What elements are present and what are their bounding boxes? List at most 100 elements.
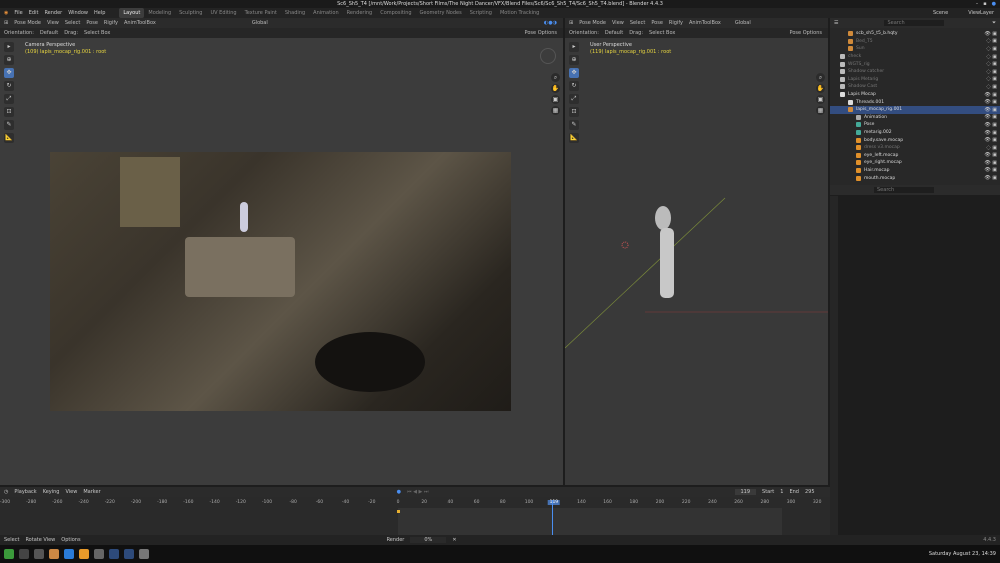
camera-icon[interactable]: ▣ [551, 95, 560, 104]
viewlayer-selector[interactable]: ViewLayer [968, 10, 994, 16]
cursor-tool[interactable]: ▸ [569, 42, 579, 52]
tab-modeling[interactable]: Modeling [144, 8, 175, 18]
visibility-icon[interactable]: ◌ ▣ [986, 61, 997, 67]
visibility-icon[interactable]: ◌ ▣ [986, 145, 997, 151]
transform-orientation[interactable]: Global [735, 20, 751, 26]
rig-figure[interactable] [240, 202, 248, 232]
tab-texture-paint[interactable]: Texture Paint [241, 8, 281, 18]
outliner-item[interactable]: WGTS_rig ◌ ▣ [830, 60, 1000, 68]
visibility-icon[interactable]: ◌ ▣ [986, 76, 997, 82]
annotate-tool[interactable]: ✎ [569, 120, 579, 130]
tab-animation[interactable]: Animation [309, 8, 343, 18]
menu-window[interactable]: Window [68, 10, 88, 16]
cancel-render-icon[interactable]: ✕ [452, 537, 456, 543]
cursor3d-tool[interactable]: ⊕ [569, 55, 579, 65]
taskbar-app-icon[interactable] [109, 549, 119, 559]
minimize-icon[interactable]: – [976, 0, 979, 8]
mode-selector[interactable]: Pose Mode [14, 20, 41, 26]
navigation-gizmo[interactable] [540, 48, 556, 64]
outliner-item[interactable]: Bed_T5 ◌ ▣ [830, 38, 1000, 46]
visibility-icon[interactable]: 👁 ▣ [984, 160, 997, 166]
menu-rigify[interactable]: Rigify [104, 20, 118, 26]
tab-rendering[interactable]: Rendering [343, 8, 377, 18]
scene-selector[interactable]: Scene [933, 10, 948, 16]
search-input[interactable]: Search [874, 187, 934, 193]
menu-animtoolbox[interactable]: AnimToolBox [124, 20, 156, 26]
tab-sculpting[interactable]: Sculpting [175, 8, 206, 18]
tab-motion-tracking[interactable]: Motion Tracking [496, 8, 543, 18]
visibility-icon[interactable]: ◌ ▣ [986, 54, 997, 60]
shading-buttons[interactable]: ◐●◑ [544, 20, 557, 26]
orientation-dropdown[interactable]: Default [40, 30, 58, 36]
menu-select[interactable]: Select [630, 20, 645, 26]
tab-scripting[interactable]: Scripting [466, 8, 496, 18]
close-icon[interactable]: ● [992, 0, 996, 8]
visibility-icon[interactable]: 👁 ▣ [984, 99, 997, 105]
cursor-tool[interactable]: ▸ [4, 42, 14, 52]
annotate-tool[interactable]: ✎ [4, 120, 14, 130]
visibility-icon[interactable]: 👁 ▣ [984, 130, 997, 136]
keyframe[interactable] [397, 510, 400, 513]
visibility-icon[interactable]: 👁 ▣ [984, 175, 997, 181]
mode-selector[interactable]: Pose Mode [579, 20, 606, 26]
perspective-icon[interactable]: ▦ [816, 106, 825, 115]
tab-compositing[interactable]: Compositing [376, 8, 415, 18]
maximize-icon[interactable]: ▪ [983, 0, 986, 8]
visibility-icon[interactable]: ◌ ▣ [986, 46, 997, 52]
menu-render[interactable]: Render [44, 10, 62, 16]
editor-type-icon[interactable]: ⊞ [4, 20, 8, 26]
right-viewport[interactable]: User Perspective (119) lapis_mocap_rig.0… [565, 38, 828, 485]
move-tool[interactable]: ✥ [569, 68, 579, 78]
menu-view[interactable]: View [612, 20, 624, 26]
scale-tool[interactable]: ⤢ [569, 94, 579, 104]
visibility-icon[interactable]: 👁 ▣ [984, 107, 997, 113]
taskbar-app-icon[interactable] [64, 549, 74, 559]
outliner-item[interactable]: Hair.mocap 👁 ▣ [830, 167, 1000, 175]
visibility-icon[interactable]: ◌ ▣ [986, 84, 997, 90]
visibility-icon[interactable]: ◌ ▣ [986, 38, 997, 44]
outliner-item[interactable]: dress v3.mocap ◌ ▣ [830, 144, 1000, 152]
filter-icon[interactable]: ⏷ [992, 20, 996, 26]
outliner-item[interactable]: scb_sh5_t5_b.hqty 👁 ▣ [830, 30, 1000, 38]
menu-pose[interactable]: Pose [86, 20, 98, 26]
outliner-item[interactable]: Threads.001 👁 ▣ [830, 98, 1000, 106]
taskbar-app-icon[interactable] [19, 549, 29, 559]
measure-tool[interactable]: 📐 [4, 133, 14, 143]
menu-pose[interactable]: Pose [651, 20, 663, 26]
scale-tool[interactable]: ⤢ [4, 94, 14, 104]
outliner-item[interactable]: eye_left.mocap 👁 ▣ [830, 152, 1000, 160]
outliner-item[interactable]: check ◌ ▣ [830, 53, 1000, 61]
tab-layout[interactable]: Layout [119, 8, 145, 18]
visibility-icon[interactable]: 👁 ▣ [984, 167, 997, 173]
outliner-item[interactable]: Shadow catcher ◌ ▣ [830, 68, 1000, 76]
left-viewport[interactable]: Camera Perspective (109) lapis_mocap_rig… [0, 38, 563, 485]
outliner-item[interactable]: Lapis Metarig ◌ ▣ [830, 76, 1000, 84]
outliner-item[interactable]: Animation 👁 ▣ [830, 114, 1000, 122]
drag-dropdown[interactable]: Select Box [649, 30, 675, 36]
outliner-item[interactable]: Pose 👁 ▣ [830, 121, 1000, 129]
visibility-icon[interactable]: 👁 ▣ [984, 114, 997, 120]
tab-uv-editing[interactable]: UV Editing [206, 8, 240, 18]
visibility-icon[interactable]: 👁 ▣ [984, 122, 997, 128]
rotate-tool[interactable]: ↻ [4, 81, 14, 91]
menu-animtoolbox[interactable]: AnimToolBox [689, 20, 721, 26]
visibility-icon[interactable]: 👁 ▣ [984, 92, 997, 98]
taskbar-app-icon[interactable] [94, 549, 104, 559]
transform-tool[interactable]: ⊡ [4, 107, 14, 117]
visibility-icon[interactable]: 👁 ▣ [984, 31, 997, 37]
timeline[interactable]: ◷ Playback Keying View Marker ● ⏮ ◀ ▶ ⏭ … [0, 487, 830, 535]
visibility-icon[interactable]: 👁 ▣ [984, 137, 997, 143]
menu-file[interactable]: File [14, 10, 22, 16]
editor-type-icon[interactable]: ⊞ [569, 20, 573, 26]
properties-tabs[interactable] [830, 196, 838, 540]
window-controls[interactable]: – ▪ ● [976, 0, 996, 8]
perspective-icon[interactable]: ▦ [551, 106, 560, 115]
menu-help[interactable]: Help [94, 10, 105, 16]
outliner-item[interactable]: lapis_mocap_rig.001 👁 ▣ [830, 105, 1000, 114]
taskbar-app-icon[interactable] [34, 549, 44, 559]
pan-hand-icon[interactable]: ✋ [816, 84, 825, 93]
outliner-item[interactable]: metarig.002 👁 ▣ [830, 129, 1000, 137]
taskbar-app-icon[interactable] [124, 549, 134, 559]
move-tool[interactable]: ✥ [4, 68, 14, 78]
cursor3d-tool[interactable]: ⊕ [4, 55, 14, 65]
